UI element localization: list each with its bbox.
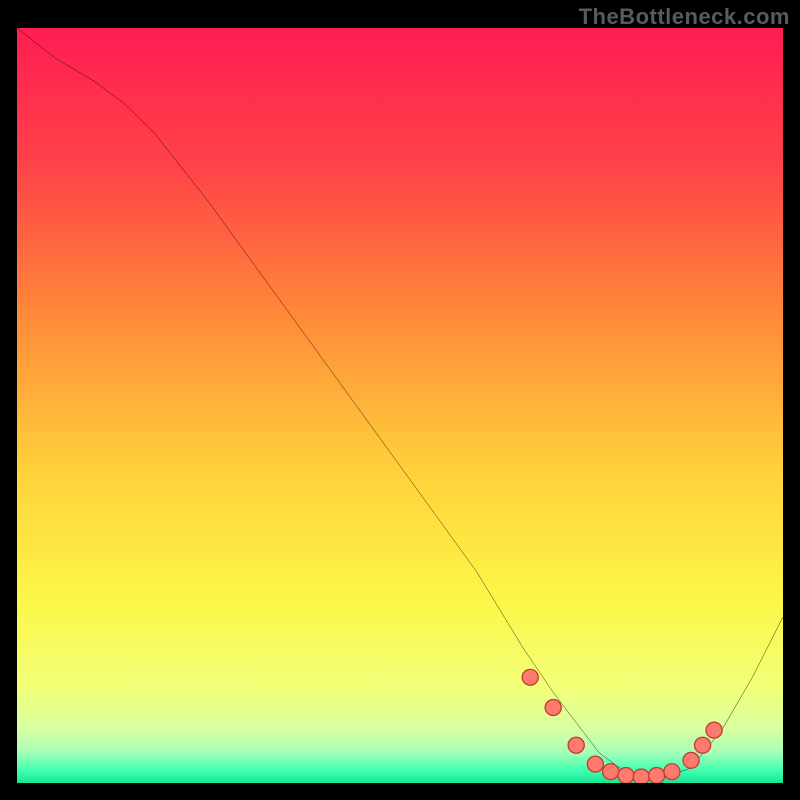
data-marker	[618, 768, 634, 783]
data-marker	[706, 722, 722, 738]
bottleneck-curve	[17, 28, 783, 779]
plot-area	[17, 28, 783, 783]
data-marker	[603, 764, 619, 780]
data-marker	[545, 700, 561, 716]
data-marker	[568, 737, 584, 753]
watermark-text: TheBottleneck.com	[579, 4, 790, 30]
data-marker	[633, 769, 649, 783]
data-marker	[587, 756, 603, 772]
data-marker	[695, 737, 711, 753]
curve-layer	[17, 28, 783, 783]
data-marker	[664, 764, 680, 780]
data-marker	[683, 752, 699, 768]
data-marker	[522, 669, 538, 685]
chart-frame: TheBottleneck.com	[0, 0, 800, 800]
marker-group	[522, 669, 722, 783]
data-marker	[649, 768, 665, 783]
